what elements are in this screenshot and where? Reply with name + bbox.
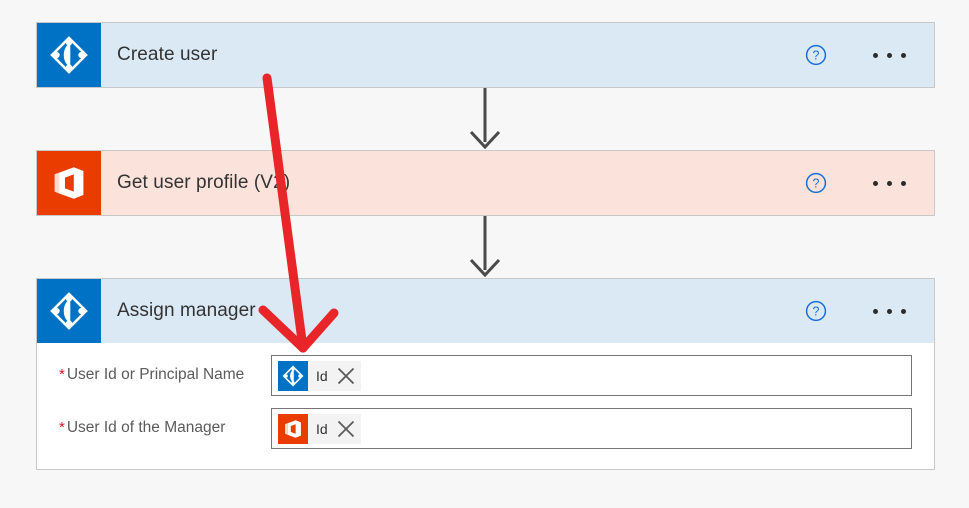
field-label-user-id-of-the-manager: * User Id of the Manager bbox=[59, 408, 271, 438]
action-card-assign-manager[interactable]: Assign manager ? * User Id or Principal N… bbox=[36, 278, 935, 470]
assign-manager-form: * User Id or Principal Name Id * User Id… bbox=[37, 343, 934, 469]
card-header-get-user-profile-v2[interactable]: Get user profile (V2) ? bbox=[37, 151, 934, 215]
field-label-text: User Id or Principal Name bbox=[66, 366, 245, 383]
card-header-create-user[interactable]: Create user ? bbox=[37, 23, 934, 87]
azure-active-directory-icon bbox=[278, 360, 308, 391]
svg-text:?: ? bbox=[813, 177, 820, 191]
connector-create-user-to-get-user-profile bbox=[455, 88, 515, 150]
card-header-actions-create-user: ? bbox=[805, 44, 934, 66]
more-commands-icon[interactable] bbox=[871, 175, 908, 192]
card-header-assign-manager[interactable]: Assign manager ? bbox=[37, 279, 934, 343]
workflow-designer-canvas: Create user ? Get user profile (V2) ? As… bbox=[0, 0, 969, 508]
dynamic-content-token[interactable]: Id bbox=[278, 413, 361, 444]
card-title-create-user: Create user bbox=[117, 44, 218, 65]
connector-get-user-profile-to-assign-manager bbox=[455, 216, 515, 278]
token-label: Id bbox=[316, 420, 328, 437]
user-id-or-principal-name-input[interactable]: Id bbox=[271, 355, 912, 396]
action-card-get-user-profile-v2[interactable]: Get user profile (V2) ? bbox=[36, 150, 935, 216]
field-label-user-id-or-principal-name: * User Id or Principal Name bbox=[59, 355, 271, 385]
card-header-actions-assign-manager: ? bbox=[805, 300, 934, 322]
field-label-text: User Id of the Manager bbox=[66, 419, 226, 436]
azure-active-directory-icon bbox=[37, 23, 101, 87]
required-marker: * bbox=[59, 419, 65, 436]
close-icon[interactable] bbox=[335, 418, 357, 440]
close-icon[interactable] bbox=[335, 365, 357, 387]
more-commands-icon[interactable] bbox=[871, 47, 908, 64]
office-365-icon bbox=[37, 151, 101, 215]
card-title-assign-manager: Assign manager bbox=[117, 300, 256, 321]
office-365-icon bbox=[278, 413, 308, 444]
card-header-actions-get-user-profile-v2: ? bbox=[805, 172, 934, 194]
more-commands-icon[interactable] bbox=[871, 303, 908, 320]
required-marker: * bbox=[59, 366, 65, 383]
form-row-user-id-of-the-manager: * User Id of the Manager Id bbox=[59, 408, 912, 449]
help-icon[interactable]: ? bbox=[805, 172, 827, 194]
token-label: Id bbox=[316, 367, 328, 384]
user-id-of-the-manager-input[interactable]: Id bbox=[271, 408, 912, 449]
azure-active-directory-icon bbox=[37, 279, 101, 343]
help-icon[interactable]: ? bbox=[805, 300, 827, 322]
card-title-get-user-profile-v2: Get user profile (V2) bbox=[117, 172, 291, 193]
dynamic-content-token[interactable]: Id bbox=[278, 360, 361, 391]
form-row-user-id-or-principal-name: * User Id or Principal Name Id bbox=[59, 355, 912, 396]
action-card-create-user[interactable]: Create user ? bbox=[36, 22, 935, 88]
svg-text:?: ? bbox=[813, 305, 820, 319]
svg-text:?: ? bbox=[813, 49, 820, 63]
help-icon[interactable]: ? bbox=[805, 44, 827, 66]
